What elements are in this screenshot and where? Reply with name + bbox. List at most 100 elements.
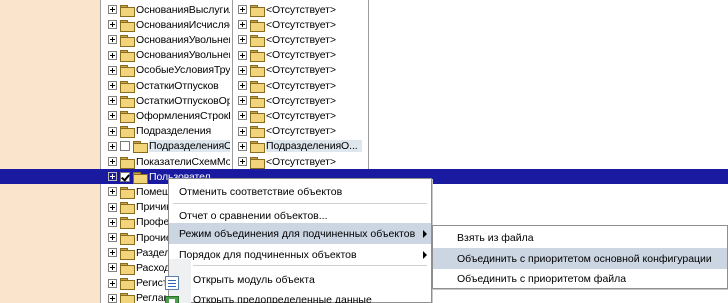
expand-plus-icon[interactable]	[108, 172, 117, 182]
merge-checkbox[interactable]	[120, 141, 130, 152]
tree-row[interactable]: ОстаткиОтпусковОргани... <Отсутствует>	[0, 93, 728, 108]
expand-plus-icon[interactable]	[238, 157, 247, 166]
expand-plus-icon[interactable]	[108, 50, 117, 60]
expand-plus-icon[interactable]	[108, 126, 117, 136]
tree-row-value: <Отсутствует>	[266, 109, 336, 122]
tree-row-label: ОснованияУвольнения	[136, 33, 230, 46]
tree-row[interactable]: ОснованияИсчисляемог... <Отсутствует>	[0, 17, 728, 32]
expand-plus-icon[interactable]	[108, 96, 117, 106]
expand-plus-icon[interactable]	[108, 111, 117, 121]
menu-item-open-predefined[interactable]: Открыть предопределенные данные	[165, 289, 431, 303]
expand-plus-icon[interactable]	[108, 141, 117, 151]
expand-plus-icon[interactable]	[238, 141, 247, 151]
tree-row-right-cell: <Отсутствует>	[238, 124, 363, 139]
tree-row-right-cell: <Отсутствует>	[238, 154, 363, 169]
folder-icon	[250, 4, 265, 17]
folder-icon	[120, 247, 135, 260]
tree-row[interactable]: ОснованияВыслугиЛет <Отсутствует>	[0, 2, 728, 17]
expand-plus-icon[interactable]	[238, 65, 247, 75]
tree-row-value: <Отсутствует>	[266, 33, 336, 46]
expand-plus-icon[interactable]	[238, 5, 247, 14]
expand-plus-icon[interactable]	[238, 111, 247, 121]
expand-plus-icon[interactable]	[108, 157, 117, 166]
expand-plus-icon[interactable]	[108, 187, 117, 197]
expand-plus-icon[interactable]	[108, 202, 117, 212]
tree-row-value: <Отсутствует>	[266, 79, 336, 92]
tree-row-left-cell: ОснованияУвольненияИ...	[108, 48, 230, 63]
expand-plus-icon[interactable]	[108, 65, 117, 75]
tree-row[interactable]: ОсобыеУсловияТруда <Отсутствует>	[0, 63, 728, 78]
expand-plus-icon[interactable]	[238, 50, 247, 60]
merge-checkbox[interactable]	[120, 171, 130, 182]
tree-row[interactable]: ОформленияСтрокПисем <Отсутствует>	[0, 108, 728, 123]
tree-row-right-cell: <Отсутствует>	[238, 48, 363, 63]
folder-icon	[120, 232, 135, 245]
folder-icon	[250, 65, 265, 78]
folder-icon	[133, 171, 148, 184]
expand-plus-icon[interactable]	[108, 81, 117, 90]
folder-icon	[120, 293, 135, 303]
submenu-item-merge-file-priority[interactable]: Объединить с приоритетом файла	[433, 268, 727, 289]
expand-plus-icon[interactable]	[108, 293, 117, 303]
tree-row[interactable]: ОснованияУвольненияИ... <Отсутствует>	[0, 48, 728, 63]
tree-row[interactable]: Подразделения <Отсутствует>	[0, 124, 728, 139]
tree-row-right-cell: <Отсутствует>	[238, 108, 363, 123]
tree-row-label: ОсобыеУсловияТруда	[136, 64, 230, 77]
tree-row-right-cell: ПодразделенияО...	[238, 139, 363, 154]
folder-icon	[250, 156, 265, 169]
submenu: Взять из файла Объединить с приоритетом …	[432, 225, 728, 289]
folder-icon	[250, 50, 265, 63]
folder-icon	[120, 110, 135, 123]
tree-row[interactable]: ОснованияУвольнения <Отсутствует>	[0, 32, 728, 47]
menu-item-merge-mode[interactable]: Режим объединения для подчиненных объект…	[169, 223, 431, 244]
folder-icon	[120, 156, 135, 169]
submenu-arrow-icon	[423, 230, 427, 238]
menu-item-open-module[interactable]: Открыть модуль объекта	[165, 269, 431, 290]
tree-row-left-cell: ПоказателиСхемМотива...	[108, 154, 230, 169]
expand-plus-icon[interactable]	[108, 20, 117, 30]
expand-plus-icon[interactable]	[108, 35, 117, 45]
tree-row-right-cell: <Отсутствует>	[238, 32, 363, 47]
tree-row-value: <Отсутствует>	[266, 49, 336, 62]
folder-icon	[120, 217, 135, 230]
expand-plus-icon[interactable]	[238, 96, 247, 106]
tree-row[interactable]: ПодразделенияОрган... ПодразделенияО...	[0, 139, 728, 154]
expand-plus-icon[interactable]	[238, 20, 247, 30]
tree-row-value: <Отсутствует>	[266, 155, 336, 168]
expand-plus-icon[interactable]	[238, 81, 247, 90]
menu-separator	[173, 203, 427, 204]
tree-row-left-cell: ОформленияСтрокПисем	[108, 108, 230, 123]
menu-item-subordinate-order[interactable]: Порядок для подчиненных объектов	[169, 244, 431, 265]
expand-plus-icon[interactable]	[238, 126, 247, 136]
expand-plus-icon[interactable]	[108, 248, 117, 258]
expand-plus-icon[interactable]	[108, 278, 117, 288]
tree-row-right-cell: <Отсутствует>	[238, 2, 363, 17]
folder-icon	[250, 19, 265, 32]
tree-row-label: ПодразделенияОрган...	[149, 140, 230, 153]
tree-row-value: <Отсутствует>	[266, 94, 336, 107]
folder-icon	[250, 141, 265, 154]
submenu-item-take-from-file[interactable]: Взять из файла	[433, 227, 727, 248]
folder-icon	[250, 95, 265, 108]
module-icon	[165, 275, 179, 290]
tree-row[interactable]: ПоказателиСхемМотива... <Отсутствует>	[0, 154, 728, 169]
folder-icon	[120, 50, 135, 63]
expand-plus-icon[interactable]	[108, 233, 117, 242]
folder-icon	[250, 80, 265, 93]
submenu-item-merge-main-priority[interactable]: Объединить с приоритетом основной конфиг…	[433, 248, 727, 269]
expand-plus-icon[interactable]	[108, 217, 117, 227]
tree-row-left-cell: ОснованияУвольнения	[108, 32, 230, 47]
expand-plus-icon[interactable]	[108, 5, 117, 14]
folder-icon	[120, 262, 135, 275]
tree-row-value: <Отсутствует>	[266, 125, 336, 138]
expand-plus-icon[interactable]	[238, 35, 247, 45]
tree-row-left-cell: ОсобыеУсловияТруда	[108, 63, 230, 78]
tree-row-right-cell: <Отсутствует>	[238, 63, 363, 78]
tree-row[interactable]: ОстаткиОтпусков <Отсутствует>	[0, 78, 728, 93]
expand-plus-icon[interactable]	[108, 263, 117, 273]
tree-row-label: ПоказателиСхемМотива...	[136, 155, 230, 168]
menu-separator	[193, 265, 427, 266]
predefined-data-icon	[165, 295, 179, 303]
menu-item-unmap-objects[interactable]: Отменить соответствие объектов	[169, 181, 431, 202]
tree-row-right-cell: <Отсутствует>	[238, 93, 363, 108]
